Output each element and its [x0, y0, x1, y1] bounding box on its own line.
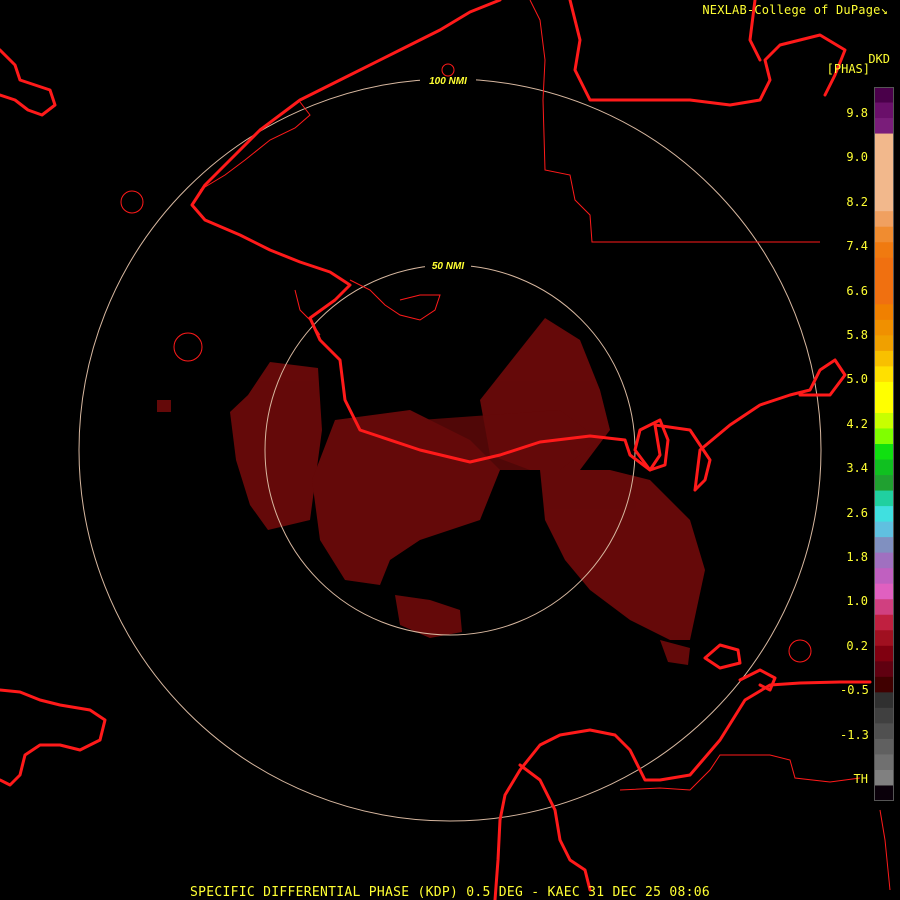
legend-swatch: [874, 723, 894, 740]
legend-swatch: [874, 444, 894, 461]
range-ring-100-label: 100 NMI: [429, 76, 467, 87]
legend-swatch: [874, 288, 894, 305]
legend-swatch: [874, 242, 894, 259]
legend-label: 2.6: [846, 505, 868, 520]
legend-swatch: [874, 428, 894, 445]
legend-swatch: [874, 537, 894, 554]
legend-swatch: [874, 506, 894, 523]
legend-swatch: [874, 133, 894, 150]
radar-map: 100 NMI 50 NMI: [0, 0, 900, 900]
legend-swatch: [874, 102, 894, 119]
legend-swatch: [874, 273, 894, 290]
legend-swatch: [874, 412, 894, 430]
legend-label: 5.8: [846, 328, 868, 342]
legend-swatch: [874, 195, 894, 212]
legend-swatch: [874, 785, 894, 801]
legend-label: 4.2: [846, 416, 868, 431]
legend-label: 9.0: [846, 150, 868, 165]
legend-label: 6.6: [846, 283, 868, 298]
legend-label: 0.2: [846, 638, 868, 653]
legend-swatch: [874, 180, 894, 197]
legend-swatch: [874, 738, 894, 756]
legend-swatch: [874, 257, 894, 274]
legend-swatch: [874, 226, 894, 243]
legend-units: [PHAS]: [826, 62, 870, 76]
legend-swatch: [874, 118, 894, 135]
color-legend: [874, 87, 894, 801]
legend-label: 7.4: [846, 239, 868, 254]
legend-swatch: [874, 676, 894, 693]
legend-swatch: [874, 397, 894, 414]
legend-swatch: [874, 614, 894, 631]
legend-swatch: [874, 335, 894, 352]
legend-swatch: [874, 459, 894, 476]
echo-speck: [157, 400, 171, 412]
legend-swatch: [874, 350, 894, 367]
legend-swatch: [874, 366, 894, 383]
legend-swatch: [874, 319, 894, 336]
legend-label: 5.0: [846, 372, 868, 387]
legend-swatch: [874, 149, 894, 166]
legend-label: 3.4: [846, 461, 868, 476]
legend-swatch: [874, 645, 894, 662]
legend-swatch: [874, 661, 894, 678]
product-caption: SPECIFIC DIFFERENTIAL PHASE (KDP) 0.5 DE…: [189, 885, 711, 900]
legend-swatch: [874, 630, 894, 647]
legend-swatch: [874, 692, 894, 709]
legend-swatch: [874, 521, 894, 538]
range-ring-50-label: 50 NMI: [432, 261, 464, 272]
legend-swatch: [874, 707, 894, 724]
legend-swatch: [874, 381, 894, 399]
legend-swatch: [874, 769, 894, 787]
legend-label: 8.2: [846, 194, 868, 209]
cursor-arrow-icon: ↘: [880, 3, 888, 17]
legend-swatch: [874, 475, 894, 492]
legend-swatch: [874, 164, 894, 181]
legend-label: 1.8: [846, 550, 868, 564]
legend-swatch: [874, 568, 894, 585]
legend-label: 1.0: [846, 594, 868, 609]
credit-text: NEXLAB-College of DuPage: [702, 3, 881, 17]
legend-swatch: [874, 304, 894, 321]
product-code: DKD: [868, 52, 890, 66]
legend-swatch: [874, 583, 894, 600]
legend-label: -1.3: [840, 727, 869, 742]
legend-swatch: [874, 552, 894, 569]
legend-swatch: [874, 87, 894, 104]
legend-swatch: [874, 490, 894, 507]
legend-label: TH: [853, 772, 868, 786]
legend-swatch: [874, 754, 894, 771]
legend-swatch: [874, 211, 894, 228]
legend-label: -0.5: [840, 683, 869, 698]
credit-label: NEXLAB-College of DuPage↘: [702, 3, 888, 17]
legend-swatch: [874, 599, 894, 616]
legend-label: 9.8: [846, 106, 868, 120]
